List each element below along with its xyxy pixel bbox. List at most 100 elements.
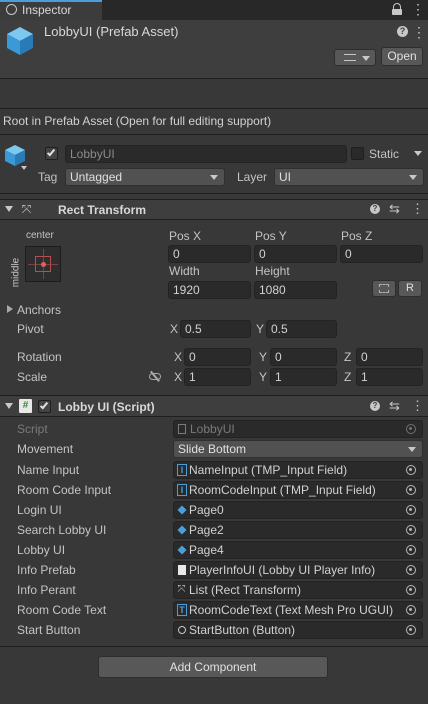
script-reference-field: LobbyUI — [173, 420, 423, 438]
room-code-input-label: Room Code Input — [17, 483, 112, 497]
height-field[interactable]: 1080 — [254, 281, 337, 299]
chevron-down-icon — [409, 175, 417, 180]
posy-label: Pos Y — [255, 229, 287, 243]
object-picker-icon[interactable] — [406, 585, 416, 595]
scale-x-label: X — [174, 370, 183, 384]
chevron-down-icon — [362, 56, 370, 61]
text-field-icon: I — [177, 484, 187, 496]
object-picker-icon[interactable] — [406, 625, 416, 635]
static-dropdown-icon[interactable] — [414, 151, 422, 156]
foldout-arrow-icon[interactable] — [5, 206, 13, 212]
layer-dropdown[interactable]: UI — [274, 168, 424, 186]
name-input-field[interactable]: I NameInput (TMP_Input Field) — [173, 461, 423, 479]
anchors-foldout-icon[interactable] — [7, 305, 13, 313]
login-ui-field[interactable]: Page0 — [173, 501, 423, 519]
kebab-icon[interactable]: ⋮ — [412, 24, 426, 40]
help-icon[interactable]: ? — [370, 204, 380, 214]
room-code-text-field[interactable]: T RoomCodeText (Text Mesh Pro UGUI) — [173, 601, 423, 619]
layer-value: UI — [279, 170, 291, 184]
search-lobby-ui-value: Page2 — [189, 523, 224, 537]
rotation-label: Rotation — [17, 350, 62, 364]
pivot-y-label: Y — [256, 322, 265, 336]
gameobject-name-field[interactable]: LobbyUI — [65, 145, 347, 163]
lobby-ui-field[interactable]: Page4 — [173, 541, 423, 559]
pivot-x-field[interactable]: 0.5 — [180, 320, 251, 338]
info-perant-label: Info Perant — [17, 583, 76, 597]
scale-z-label: Z — [344, 370, 352, 384]
object-picker-icon[interactable] — [406, 605, 416, 615]
info-perant-value: List (Rect Transform) — [189, 583, 302, 597]
posx-field[interactable]: 0 — [168, 245, 251, 263]
object-picker-icon[interactable] — [406, 465, 416, 475]
add-component-button[interactable]: Add Component — [98, 656, 328, 678]
pivot-label: Pivot — [17, 322, 44, 336]
script-field-value: LobbyUI — [190, 422, 235, 436]
spacer — [0, 79, 428, 108]
info-perant-field[interactable]: ⤧ List (Rect Transform) — [173, 581, 423, 599]
static-checkbox[interactable] — [351, 147, 364, 160]
prefab-notice: Root in Prefab Asset (Open for full edit… — [3, 114, 272, 128]
posz-field[interactable]: 0 — [340, 245, 423, 263]
kebab-icon[interactable]: ⋮ — [411, 201, 424, 217]
info-prefab-field[interactable]: PlayerInfoUI (Lobby UI Player Info) — [173, 561, 423, 579]
login-ui-label: Login UI — [17, 503, 62, 517]
object-picker-icon[interactable] — [406, 545, 416, 555]
rot-x-label: X — [174, 350, 183, 364]
anchor-preset-button[interactable] — [25, 246, 61, 282]
search-lobby-ui-field[interactable]: Page2 — [173, 521, 423, 539]
settings-icon[interactable]: ⇆ — [389, 398, 400, 414]
object-picker-icon[interactable] — [406, 565, 416, 575]
blueprint-icon — [379, 284, 389, 293]
tab-label: Inspector — [22, 3, 72, 17]
script-file-icon — [178, 424, 186, 434]
width-label: Width — [169, 264, 200, 278]
list-view-dropdown[interactable] — [334, 49, 376, 66]
room-code-input-value: RoomCodeInput (TMP_Input Field) — [189, 483, 376, 497]
open-button[interactable]: Open — [381, 47, 423, 66]
start-button-field[interactable]: StartButton (Button) — [173, 621, 423, 639]
script-field-label: Script — [17, 422, 48, 436]
anchor-h-label: center — [26, 230, 54, 241]
pivot-y-field[interactable]: 0.5 — [266, 320, 337, 338]
foldout-arrow-icon[interactable] — [5, 403, 13, 409]
info-prefab-value: PlayerInfoUI (Lobby UI Player Info) — [189, 563, 376, 577]
posz-label: Pos Z — [341, 229, 373, 243]
divider — [0, 108, 428, 109]
anchor-dot — [41, 262, 46, 267]
movement-dropdown[interactable]: Slide Bottom — [173, 440, 423, 458]
rot-z-field[interactable]: 0 — [356, 348, 423, 366]
cube-icon — [177, 525, 187, 535]
kebab-icon[interactable]: ⋮ — [411, 398, 424, 414]
settings-icon[interactable]: ⇆ — [389, 201, 400, 217]
static-label: Static — [369, 147, 400, 161]
info-prefab-label: Info Prefab — [17, 563, 76, 577]
room-code-input-field[interactable]: I RoomCodeInput (TMP_Input Field) — [173, 481, 423, 499]
rot-y-field[interactable]: 0 — [270, 348, 337, 366]
posy-field[interactable]: 0 — [254, 245, 337, 263]
object-picker-icon[interactable] — [406, 525, 416, 535]
gameobject-active-checkbox[interactable] — [45, 147, 58, 160]
tab-inspector[interactable]: Inspector — [0, 0, 102, 20]
rot-y-label: Y — [259, 350, 268, 364]
gameobject-icon[interactable] — [4, 144, 28, 170]
scale-y-field[interactable]: 1 — [270, 368, 337, 386]
kebab-icon[interactable]: ⋮ — [411, 1, 425, 17]
tag-dropdown[interactable]: Untagged — [65, 168, 225, 186]
layer-label: Layer — [237, 170, 268, 184]
help-icon[interactable]: ? — [370, 401, 380, 411]
script-icon — [178, 565, 186, 575]
object-picker-icon[interactable] — [406, 485, 416, 495]
rot-x-field[interactable]: 0 — [184, 348, 251, 366]
object-picker-icon[interactable] — [406, 505, 416, 515]
blueprint-mode-button[interactable] — [372, 280, 396, 297]
scale-x-field[interactable]: 1 — [184, 368, 251, 386]
room-code-text-value: RoomCodeText (Text Mesh Pro UGUI) — [189, 603, 394, 617]
scale-z-field[interactable]: 1 — [356, 368, 423, 386]
raw-edit-button[interactable]: R — [398, 280, 422, 297]
help-icon[interactable]: ? — [397, 26, 408, 37]
anchor-v-label: middle — [10, 257, 22, 288]
chevron-down-icon — [408, 447, 416, 452]
script-enabled-checkbox[interactable] — [38, 400, 51, 413]
rect-transform-icon: ⤧ — [21, 202, 32, 216]
width-field[interactable]: 1920 — [168, 281, 251, 299]
